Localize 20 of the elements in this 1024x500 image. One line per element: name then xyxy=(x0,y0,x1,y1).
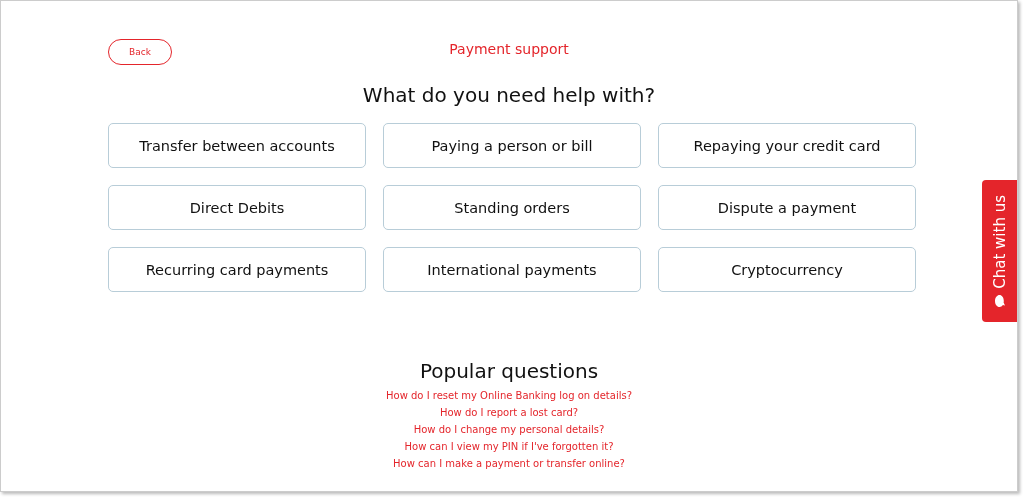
section-heading: What do you need help with? xyxy=(361,83,657,107)
topic-button[interactable]: International payments xyxy=(383,247,641,292)
topic-button[interactable]: Recurring card payments xyxy=(108,247,366,292)
question-link[interactable]: How can I make a payment or transfer online? xyxy=(393,455,625,472)
topic-button[interactable]: Direct Debits xyxy=(108,185,366,230)
question-link[interactable]: How do I reset my Online Banking log on details? xyxy=(386,387,632,404)
back-button[interactable]: Back xyxy=(108,39,172,65)
topic-button[interactable]: Repaying your credit card xyxy=(658,123,916,168)
chat-bubble-icon xyxy=(993,293,1006,308)
topic-button[interactable]: Dispute a payment xyxy=(658,185,916,230)
topic-button[interactable]: Cryptocurrency xyxy=(658,247,916,292)
section-heading: Popular questions xyxy=(418,359,600,383)
question-link[interactable]: How do I report a lost card? xyxy=(439,404,579,421)
chat-button[interactable]: Chat with us xyxy=(982,180,1017,322)
question-link[interactable]: How do I change my personal details? xyxy=(413,421,605,438)
topic-button[interactable]: Standing orders xyxy=(383,185,641,230)
question-link[interactable]: How can I view my PIN if I've forgotten it? xyxy=(404,438,614,455)
page-title: Payment support xyxy=(449,41,569,57)
topic-button[interactable]: Transfer between accounts xyxy=(108,123,366,168)
topic-button[interactable]: Paying a person or bill xyxy=(383,123,641,168)
